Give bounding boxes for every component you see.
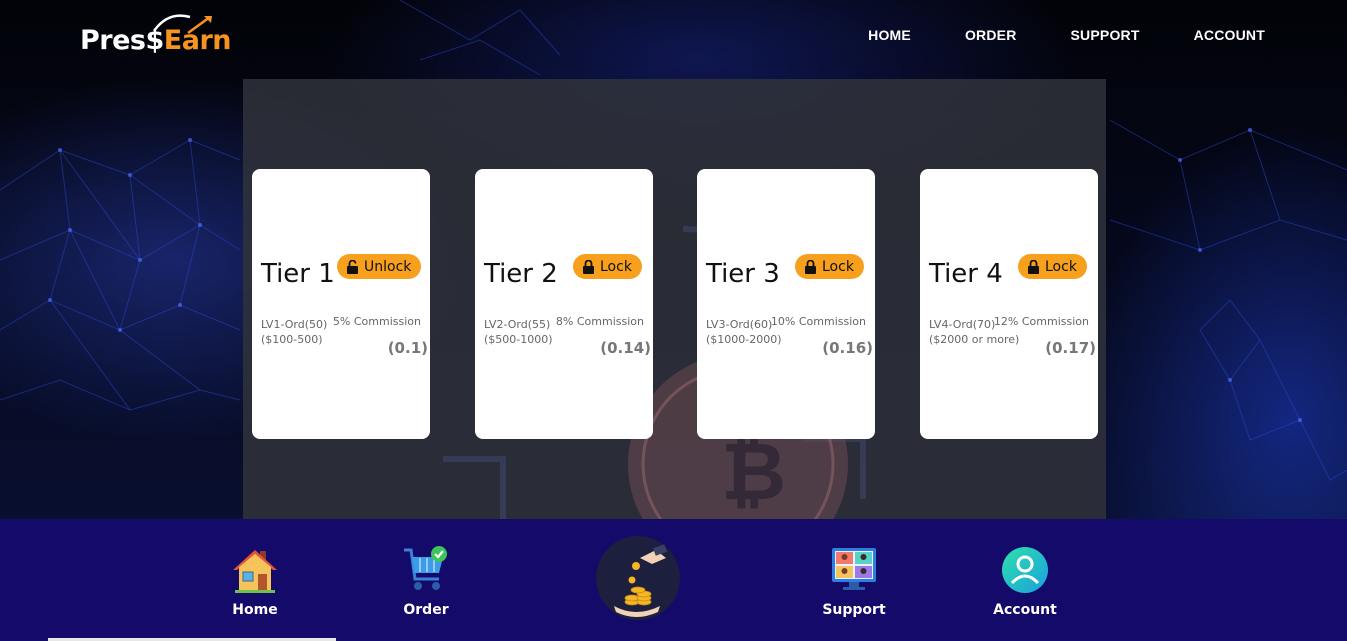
unlock-button[interactable]: Unlock: [337, 254, 422, 279]
lock-icon: [583, 259, 594, 274]
tier-title: Tier 3: [706, 259, 780, 289]
tiers-panel: ₿ Tier 1 Unlock LV1-Ord(50) ($100-500) 5…: [243, 79, 1106, 519]
level-orders: LV2-Ord(55): [484, 318, 551, 331]
support-screen-icon: [832, 548, 876, 590]
commission-rate: (0.14): [600, 339, 651, 357]
lock-button[interactable]: Lock: [1018, 254, 1087, 279]
level-info: LV1-Ord(50) ($100-500): [261, 317, 327, 347]
bottom-nav-label: Account: [993, 602, 1057, 618]
level-orders: LV1-Ord(50): [261, 318, 328, 331]
commission-label: 5% Commission: [332, 315, 421, 328]
nav-support[interactable]: SUPPORT: [1071, 27, 1140, 43]
level-info: LV2-Ord(55) ($500-1000): [484, 317, 553, 347]
tier-title: Tier 4: [929, 259, 1003, 289]
unlock-icon: [347, 259, 358, 274]
commission-rate: (0.17): [1045, 339, 1096, 357]
house-icon: [233, 550, 277, 593]
bottom-nav-account[interactable]: Account: [980, 545, 1070, 618]
tier-card-4: Tier 4 Lock LV4-Ord(70) ($2000 or more) …: [920, 169, 1098, 439]
bottom-nav-label: Home: [232, 602, 278, 618]
button-label: Unlock: [364, 258, 412, 275]
tier-title: Tier 2: [484, 259, 558, 289]
lock-icon: [1028, 259, 1039, 274]
nav-account[interactable]: ACCOUNT: [1194, 27, 1265, 43]
level-range: ($1000-2000): [706, 333, 782, 346]
lock-button[interactable]: Lock: [795, 254, 864, 279]
lock-icon: [805, 259, 816, 274]
bottom-nav-label: Order: [403, 602, 449, 618]
bottom-nav-label: Support: [822, 602, 886, 618]
bottom-nav-order[interactable]: Order: [381, 545, 471, 618]
tier-card-2: Tier 2 Lock LV2-Ord(55) ($500-1000) 8% C…: [475, 169, 653, 439]
bottom-nav-earn[interactable]: [596, 536, 680, 620]
tier-card-1: Tier 1 Unlock LV1-Ord(50) ($100-500) 5% …: [252, 169, 430, 439]
commission-label: 8% Commission: [555, 315, 644, 328]
nav-home[interactable]: HOME: [868, 27, 911, 43]
user-icon: [1002, 547, 1048, 593]
presearn-logo[interactable]: Pres$ Earn: [80, 14, 231, 58]
cart-icon: [404, 546, 447, 590]
bottom-nav-support[interactable]: Support: [809, 545, 899, 618]
site-header: Pres$ Earn HOME ORDER SUPPORT ACCOUNT: [0, 0, 1347, 72]
coins-hand-icon: [614, 544, 668, 617]
commission-rate: (0.16): [822, 339, 873, 357]
commission-label: 12% Commission: [993, 315, 1089, 328]
tier-title: Tier 1: [261, 259, 335, 289]
button-label: Lock: [600, 258, 632, 275]
nav-order[interactable]: ORDER: [965, 27, 1017, 43]
level-range: ($2000 or more): [929, 333, 1020, 346]
button-label: Lock: [822, 258, 854, 275]
lock-button[interactable]: Lock: [573, 254, 642, 279]
bottom-nav-home[interactable]: Home: [210, 545, 300, 618]
bottom-nav-bar: Home Order Support Account: [0, 519, 1347, 641]
logo-arrow-icon: [152, 14, 212, 35]
main-nav: HOME ORDER SUPPORT ACCOUNT: [814, 27, 1265, 43]
button-label: Lock: [1045, 258, 1077, 275]
tier-card-3: Tier 3 Lock LV3-Ord(60) ($1000-2000) 10%…: [697, 169, 875, 439]
level-range: ($500-1000): [484, 333, 553, 346]
level-range: ($100-500): [261, 333, 323, 346]
commission-rate: (0.1): [387, 339, 428, 357]
commission-label: 10% Commission: [770, 315, 866, 328]
